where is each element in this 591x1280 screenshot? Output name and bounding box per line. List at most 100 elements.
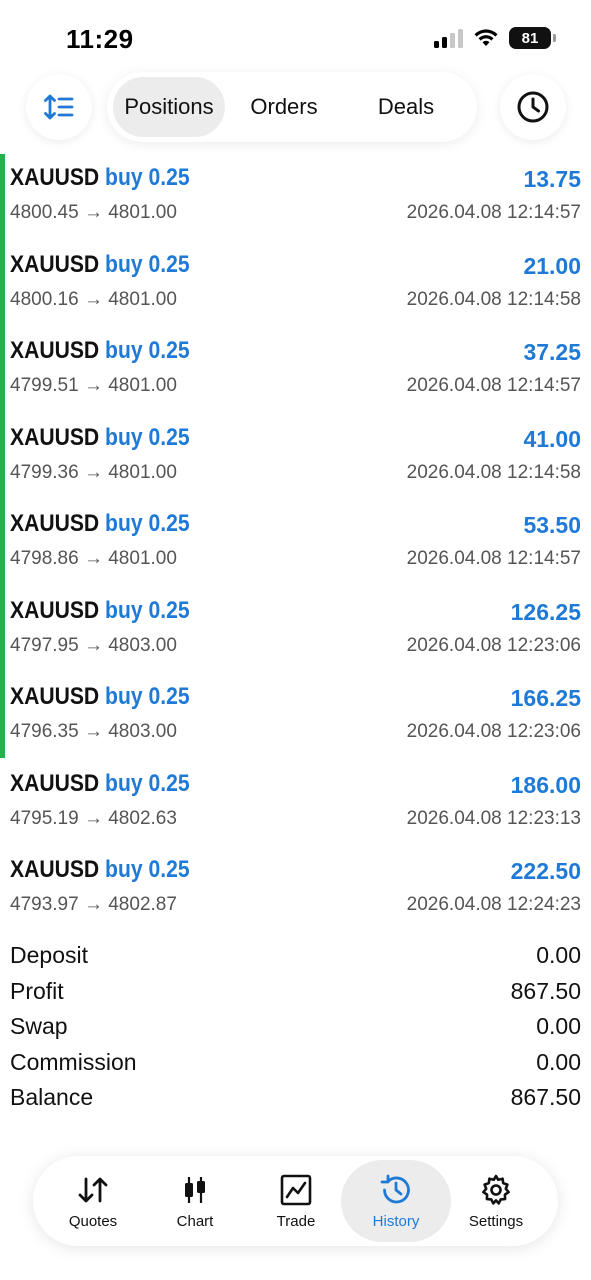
deal-type: buy 0.25 [105,856,190,883]
tab-trade[interactable]: Trade [241,1160,351,1242]
trade-chart-icon [280,1174,312,1205]
quotes-icon [78,1177,108,1202]
deal-profit: 53.50 [523,512,581,538]
deal-profit: 222.50 [510,858,581,884]
tab-chart[interactable]: Chart [140,1160,250,1242]
view-segmented-control: Positions Orders Deals [107,72,477,142]
deal-prices: 4796.35 → 4803.00 [10,721,177,742]
list-item[interactable]: XAUUSD buy 0.25 13.75 4800.45 → 4801.00 … [0,154,591,241]
tab-label: Settings [468,1212,524,1230]
deal-time: 2026.04.08 12:14:58 [406,461,581,483]
deal-symbol: XAUUSD [10,769,100,797]
tab-deals[interactable]: Deals [343,77,469,137]
deal-prices: 4798.86 → 4801.00 [10,548,177,569]
tab-quotes[interactable]: Quotes [38,1160,148,1242]
deal-type: buy 0.25 [105,510,190,537]
deal-symbol: XAUUSD [10,423,100,451]
deal-time: 2026.04.08 12:14:58 [406,288,581,310]
deal-prices: 4800.45 → 4801.00 [10,202,177,223]
tab-label: History [372,1212,420,1230]
summary-label: Commission [10,1048,137,1075]
summary-value: 0.00 [536,1013,581,1039]
deal-profit: 166.25 [510,685,581,711]
list-item[interactable]: XAUUSD buy 0.25 222.50 4793.97 → 4802.87… [0,846,591,933]
gear-icon [482,1174,510,1205]
tab-positions[interactable]: Positions [113,77,225,137]
summary-row-commission: Commission 0.00 [0,1045,591,1081]
deal-time: 2026.04.08 12:14:57 [406,202,581,223]
status-icons: 81 [434,27,556,49]
clock-icon [517,91,549,123]
summary-value: 0.00 [536,1048,581,1075]
deal-type: buy 0.25 [105,337,190,364]
summary-label: Deposit [10,942,88,968]
deal-symbol: XAUUSD [10,250,100,278]
deal-symbol: XAUUSD [10,337,100,364]
deal-symbol: XAUUSD [10,856,100,883]
history-icon [380,1174,410,1203]
summary-label: Swap [10,1013,68,1039]
summary-label: Profit [10,977,64,1004]
deal-prices: 4799.51 → 4801.00 [10,375,177,396]
deal-profit: 37.25 [523,339,581,365]
summary-row-swap: Swap 0.00 [0,1009,591,1045]
deal-symbol: XAUUSD [10,683,100,710]
summary-row-balance: Balance 867.50 [0,1080,591,1116]
list-item[interactable]: XAUUSD buy 0.25 37.25 4799.51 → 4801.00 … [0,327,591,414]
deal-profit: 13.75 [523,166,581,192]
deal-prices: 4797.95 → 4803.00 [10,634,177,656]
summary-row-profit: Profit 867.50 [0,974,591,1010]
deal-profit: 126.25 [510,598,581,625]
bottom-tab-bar: Quotes Chart Trade History Settings [33,1156,558,1246]
wifi-icon [474,29,498,46]
deal-symbol: XAUUSD [10,596,100,624]
sort-button[interactable] [26,74,92,140]
cellular-signal-icon [434,28,463,48]
deal-type: buy 0.25 [105,164,190,191]
deal-symbol: XAUUSD [10,164,100,191]
deal-time: 2026.04.08 12:24:23 [406,894,581,915]
candlestick-icon [185,1176,205,1203]
deal-prices: 4799.36 → 4801.00 [10,461,177,483]
list-item[interactable]: XAUUSD buy 0.25 41.00 4799.36 → 4801.00 … [0,414,591,501]
deal-type: buy 0.25 [105,250,190,278]
top-toolbar: Positions Orders Deals [0,70,591,144]
list-item[interactable]: XAUUSD buy 0.25 126.25 4797.95 → 4803.00… [0,587,591,674]
deal-time: 2026.04.08 12:14:57 [406,375,581,396]
tab-settings[interactable]: Settings [441,1160,551,1242]
deal-time: 2026.04.08 12:23:06 [406,721,581,742]
summary-value: 867.50 [510,1084,581,1110]
tab-orders[interactable]: Orders [225,77,343,137]
deal-profit: 41.00 [523,425,581,452]
period-button[interactable] [500,74,566,140]
list-item[interactable]: XAUUSD buy 0.25 21.00 4800.16 → 4801.00 … [0,241,591,328]
deals-list: XAUUSD buy 0.25 13.75 4800.45 → 4801.00 … [0,154,591,933]
deal-prices: 4793.97 → 4802.87 [10,894,177,915]
tab-label: Trade [276,1212,316,1230]
battery-icon: 81 [509,27,556,49]
deal-symbol: XAUUSD [10,510,100,537]
deal-prices: 4795.19 → 4802.63 [10,807,177,829]
list-item[interactable]: XAUUSD buy 0.25 166.25 4796.35 → 4803.00… [0,673,591,760]
deal-prices: 4800.16 → 4801.00 [10,288,177,310]
deal-time: 2026.04.08 12:14:57 [406,548,581,569]
summary-row-deposit: Deposit 0.00 [0,938,591,974]
deal-type: buy 0.25 [105,683,190,710]
summary-value: 867.50 [510,977,581,1004]
list-item[interactable]: XAUUSD buy 0.25 186.00 4795.19 → 4802.63… [0,760,591,847]
summary-section: Deposit 0.00 Profit 867.50 Swap 0.00 Com… [0,938,591,1116]
deal-time: 2026.04.08 12:23:06 [406,634,581,656]
deal-time: 2026.04.08 12:23:13 [406,807,581,829]
summary-value: 0.00 [536,942,581,968]
tab-label: Chart [176,1212,214,1230]
deal-type: buy 0.25 [105,596,190,624]
sort-icon [44,94,74,120]
status-time: 11:29 [66,24,134,54]
tab-history[interactable]: History [341,1160,451,1242]
list-item[interactable]: XAUUSD buy 0.25 53.50 4798.86 → 4801.00 … [0,500,591,587]
summary-label: Balance [10,1084,94,1110]
tab-label: Quotes [68,1212,118,1230]
status-bar: 11:29 81 [0,0,591,70]
deal-type: buy 0.25 [105,423,190,451]
deal-profit: 21.00 [523,252,581,279]
